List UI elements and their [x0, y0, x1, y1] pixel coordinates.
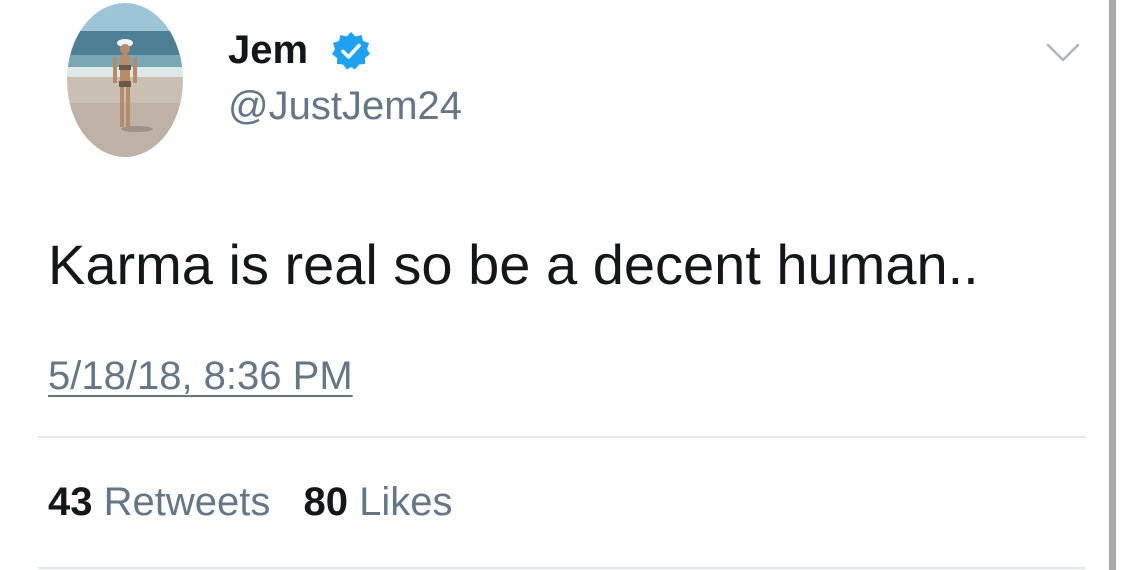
tweet-detail: Jem @JustJem24 Karma is real so be a dec… — [0, 0, 1110, 570]
user-handle[interactable]: @JustJem24 — [228, 82, 462, 130]
avatar-beach-photo — [67, 3, 183, 157]
display-name[interactable]: Jem — [228, 26, 308, 74]
retweets-label: Retweets — [103, 480, 271, 524]
scrollbar[interactable] — [1109, 0, 1116, 570]
likes-count: 80 — [303, 480, 349, 524]
tweet-stats: 43 Retweets 80 Likes — [48, 478, 475, 526]
retweets-count: 43 — [48, 480, 93, 524]
tweet-timestamp[interactable]: 5/18/18, 8:36 PM — [48, 352, 353, 400]
avatar[interactable] — [67, 3, 183, 157]
divider — [38, 436, 1086, 438]
divider — [38, 567, 1086, 569]
retweets-stat[interactable]: 43 Retweets — [48, 478, 270, 526]
likes-stat[interactable]: 80 Likes — [304, 478, 453, 526]
chevron-down-icon[interactable] — [1046, 42, 1080, 64]
likes-label: Likes — [359, 480, 453, 524]
tweet-text: Karma is real so be a decent human.. — [48, 233, 979, 296]
verified-badge-icon — [330, 30, 372, 72]
